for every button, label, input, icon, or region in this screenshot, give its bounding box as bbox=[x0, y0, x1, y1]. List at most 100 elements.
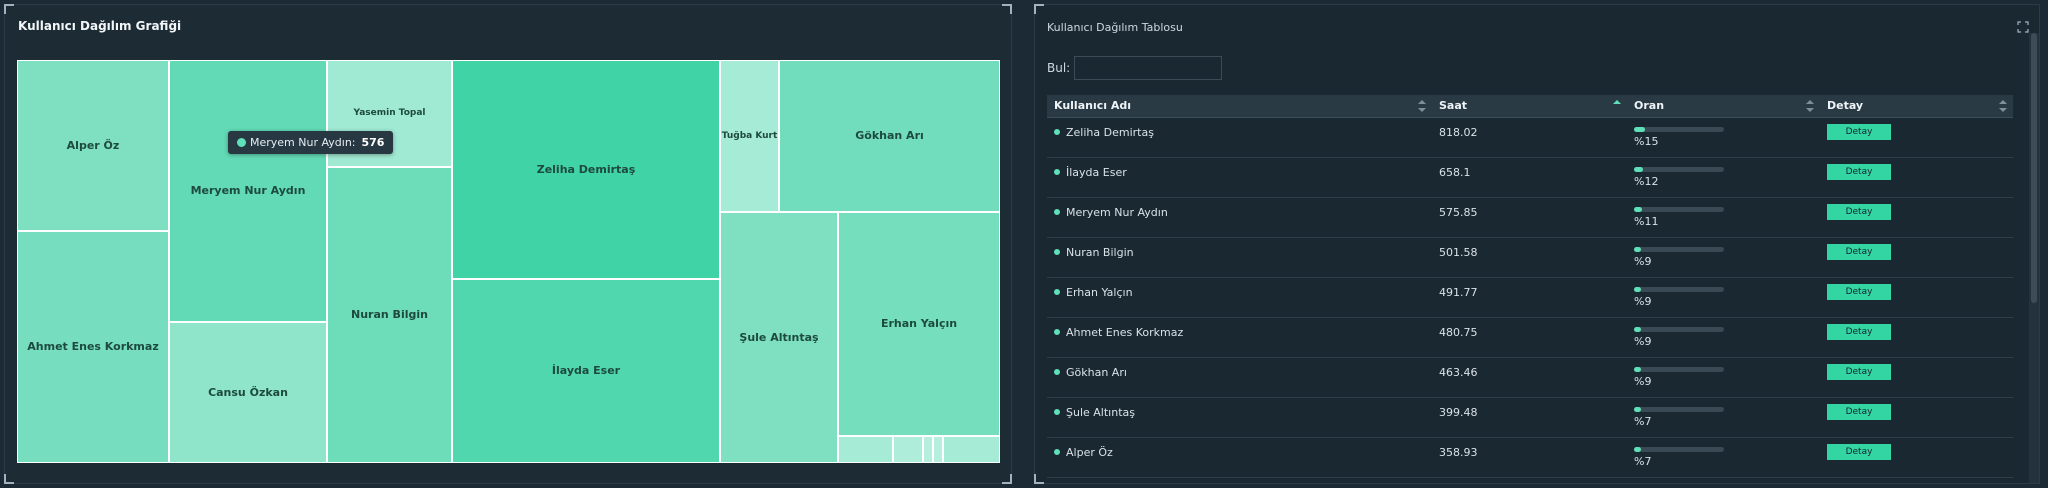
detail-button[interactable]: Detay bbox=[1827, 204, 1891, 220]
sort-icon[interactable] bbox=[1418, 100, 1426, 112]
column-header-detay[interactable]: Detay bbox=[1820, 95, 2013, 117]
table-row[interactable]: Ahmet Enes Korkmaz 480.75 %9 Detay bbox=[1047, 318, 2013, 358]
cell-oran: %7 bbox=[1627, 398, 1820, 437]
ratio-text: %7 bbox=[1634, 415, 1652, 428]
ratio-bar bbox=[1634, 127, 1724, 132]
user-name: Ahmet Enes Korkmaz bbox=[1066, 326, 1184, 339]
detail-button[interactable]: Detay bbox=[1827, 364, 1891, 380]
table-row[interactable]: Nuran Bilgin 501.58 %9 Detay bbox=[1047, 238, 2013, 278]
cell-saat: 575.85 bbox=[1439, 206, 1478, 219]
detail-button[interactable]: Detay bbox=[1827, 444, 1891, 460]
detail-button[interactable]: Detay bbox=[1827, 244, 1891, 260]
tile-alper-oz[interactable]: Alper Öz bbox=[17, 60, 169, 231]
table-row[interactable]: Şule Altıntaş 399.48 %7 Detay bbox=[1047, 398, 2013, 438]
ratio-text: %12 bbox=[1634, 175, 1659, 188]
table-row[interactable]: Gökhan Arı 463.46 %9 Detay bbox=[1047, 358, 2013, 398]
ratio-bar-fill bbox=[1634, 327, 1642, 332]
tile-label: Erhan Yalçın bbox=[880, 317, 958, 331]
corner-marker bbox=[1002, 4, 1012, 14]
column-header-label: Saat bbox=[1439, 99, 1468, 112]
tile-gokhan-ari[interactable]: Gökhan Arı bbox=[779, 60, 1000, 212]
tile-meryem-nur-aydin[interactable]: Meryem Nur Aydın bbox=[169, 60, 327, 322]
tile-zeliha-demirtas[interactable]: Zeliha Demirtaş bbox=[452, 60, 720, 279]
cell-detay: Detay bbox=[1820, 118, 2013, 157]
cell-name: Erhan Yalçın bbox=[1047, 278, 1432, 317]
cell-saat: 658.1 bbox=[1439, 166, 1471, 179]
tile-label: Meryem Nur Aydın bbox=[190, 184, 306, 198]
tile-ilayda-eser[interactable]: İlayda Eser bbox=[452, 279, 720, 463]
tile-sule-altintas[interactable]: Şule Altıntaş bbox=[720, 212, 838, 463]
search-input[interactable] bbox=[1074, 56, 1223, 80]
tile-label: Ahmet Enes Korkmaz bbox=[27, 340, 159, 354]
ratio-bar-fill bbox=[1634, 447, 1642, 452]
sort-icon[interactable] bbox=[1806, 100, 1814, 112]
ratio-text: %7 bbox=[1634, 455, 1652, 468]
tile-label: İlayda Eser bbox=[551, 364, 621, 378]
column-header-oran[interactable]: Oran bbox=[1627, 95, 1820, 117]
user-name: İlayda Eser bbox=[1066, 166, 1127, 179]
cell-oran: %12 bbox=[1627, 158, 1820, 197]
cell-oran: %9 bbox=[1627, 318, 1820, 357]
tooltip-dot-icon bbox=[237, 138, 246, 147]
user-table: Kullanıcı Adı Saat Oran Detay Zeliha Dem… bbox=[1047, 95, 2013, 478]
treemap-chart: Alper Öz Ahmet Enes Korkmaz Meryem Nur A… bbox=[17, 60, 1000, 463]
cell-name: Gökhan Arı bbox=[1047, 358, 1432, 397]
scrollbar[interactable] bbox=[2029, 33, 2039, 483]
cell-name: Zeliha Demirtaş bbox=[1047, 118, 1432, 157]
table-row[interactable]: Meryem Nur Aydın 575.85 %11 Detay bbox=[1047, 198, 2013, 238]
search-label: Bul: bbox=[1047, 61, 1071, 75]
cell-detay: Detay bbox=[1820, 198, 2013, 237]
cell-saat: 399.48 bbox=[1439, 406, 1478, 419]
ratio-text: %15 bbox=[1634, 135, 1659, 148]
detail-button[interactable]: Detay bbox=[1827, 284, 1891, 300]
cell-oran: %9 bbox=[1627, 358, 1820, 397]
tile-erhan-yalcin[interactable]: Erhan Yalçın bbox=[838, 212, 1000, 436]
tooltip-value: 576 bbox=[361, 136, 385, 149]
table-header: Kullanıcı Adı Saat Oran Detay bbox=[1047, 95, 2013, 118]
ratio-bar-fill bbox=[1634, 407, 1642, 412]
ratio-bar-fill bbox=[1634, 287, 1642, 292]
column-header-saat[interactable]: Saat bbox=[1432, 95, 1627, 117]
corner-marker bbox=[4, 474, 14, 484]
tile-cansu-ozkan[interactable]: Cansu Özkan bbox=[169, 322, 327, 463]
detail-button[interactable]: Detay bbox=[1827, 164, 1891, 180]
detail-button[interactable]: Detay bbox=[1827, 324, 1891, 340]
table-row[interactable]: İlayda Eser 658.1 %12 Detay bbox=[1047, 158, 2013, 198]
tile-small[interactable] bbox=[943, 436, 1000, 463]
ratio-bar-fill bbox=[1634, 167, 1643, 172]
tile-label: Yasemin Topal bbox=[353, 108, 426, 119]
table-panel: Kullanıcı Dağılım Tablosu Bul: Kullanıcı… bbox=[1034, 4, 2040, 484]
table-row[interactable]: Erhan Yalçın 491.77 %9 Detay bbox=[1047, 278, 2013, 318]
table-row[interactable]: Zeliha Demirtaş 818.02 %15 Detay bbox=[1047, 118, 2013, 158]
ratio-text: %9 bbox=[1634, 295, 1652, 308]
tooltip-label: Meryem Nur Aydın: bbox=[250, 136, 356, 149]
table-body: Zeliha Demirtaş 818.02 %15 Detay İlayda Eser… bbox=[1047, 118, 2013, 478]
detail-button[interactable]: Detay bbox=[1827, 124, 1891, 140]
tile-tugba-kurt[interactable]: Tuğba Kurt bbox=[720, 60, 779, 212]
tile-small[interactable] bbox=[923, 436, 933, 463]
bullet-icon bbox=[1054, 449, 1060, 455]
sort-icon[interactable] bbox=[1999, 100, 2007, 112]
tile-ahmet-enes-korkmaz[interactable]: Ahmet Enes Korkmaz bbox=[17, 231, 169, 463]
cell-oran: %11 bbox=[1627, 198, 1820, 237]
table-row[interactable]: Alper Öz 358.93 %7 Detay bbox=[1047, 438, 2013, 478]
tile-nuran-bilgin[interactable]: Nuran Bilgin bbox=[327, 167, 452, 463]
ratio-bar bbox=[1634, 167, 1724, 172]
scrollbar-thumb[interactable] bbox=[2031, 33, 2037, 303]
corner-marker bbox=[1034, 4, 1044, 14]
cell-saat: 480.75 bbox=[1439, 326, 1478, 339]
cell-detay: Detay bbox=[1820, 238, 2013, 277]
user-name: Meryem Nur Aydın bbox=[1066, 206, 1168, 219]
ratio-bar bbox=[1634, 287, 1724, 292]
tile-small[interactable] bbox=[933, 436, 943, 463]
detail-button[interactable]: Detay bbox=[1827, 404, 1891, 420]
tile-small[interactable] bbox=[893, 436, 923, 463]
bullet-icon bbox=[1054, 209, 1060, 215]
tile-small[interactable] bbox=[838, 436, 893, 463]
cell-detay: Detay bbox=[1820, 318, 2013, 357]
user-name: Nuran Bilgin bbox=[1066, 246, 1134, 259]
sort-asc-icon[interactable] bbox=[1613, 100, 1621, 112]
user-name: Zeliha Demirtaş bbox=[1066, 126, 1154, 139]
expand-icon[interactable] bbox=[2017, 21, 2029, 33]
column-header-kullanici-adi[interactable]: Kullanıcı Adı bbox=[1047, 95, 1432, 117]
